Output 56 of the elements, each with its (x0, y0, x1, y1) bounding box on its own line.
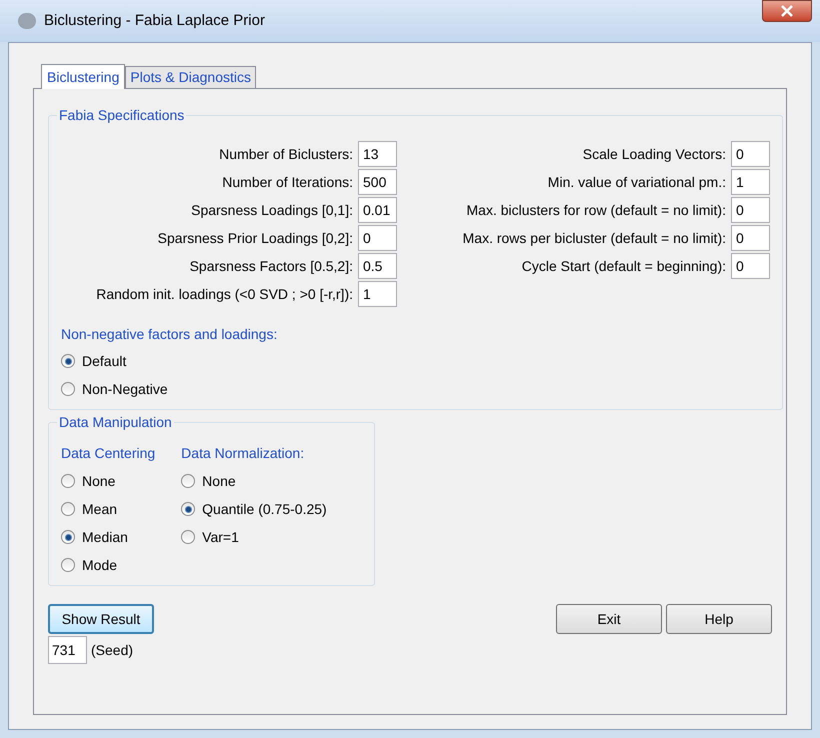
field-label: Min. value of variational pm.: (546, 172, 727, 192)
column-heading: Data Normalization: (181, 444, 306, 463)
column-heading: Data Centering (61, 444, 156, 463)
radio-button[interactable] (61, 502, 75, 516)
field-label: Max. rows per bicluster (default = no limit): (462, 228, 727, 248)
field-label: Random init. loadings (<0 SVD ; >0 [-r,r]): (95, 284, 354, 304)
field-label: Scale Loading Vectors: (582, 144, 727, 164)
input-field[interactable]: 0.5 (358, 253, 397, 279)
radio-label: Var=1 (202, 528, 239, 546)
seed-label: (Seed) (91, 640, 134, 660)
field-label: Sparsness Prior Loadings [0,2]: (156, 228, 354, 248)
input-field[interactable]: 13 (358, 141, 397, 167)
input-field[interactable]: 0.01 (358, 197, 397, 223)
radio-button[interactable] (61, 558, 75, 572)
radio-label: None (202, 472, 236, 490)
radio-button[interactable] (61, 474, 75, 488)
window-title: Biclustering - Fabia Laplace Prior (44, 10, 265, 31)
app-icon (18, 13, 36, 29)
input-field[interactable]: 500 (358, 169, 397, 195)
input-field[interactable]: 0 (358, 225, 397, 251)
radio-label: None (82, 472, 116, 490)
radio-label: Mean (82, 500, 118, 518)
radio-button[interactable] (181, 474, 196, 488)
input-field[interactable]: 0 (731, 141, 770, 167)
radio-button[interactable] (181, 530, 196, 544)
radio-label: Default (82, 352, 126, 370)
show-result-button[interactable]: Show Result (48, 604, 154, 634)
dialog-button[interactable]: Exit (556, 604, 662, 634)
radio-label: Mode (82, 556, 118, 574)
field-label: Number of Biclusters: (218, 144, 354, 164)
radio-button[interactable] (61, 354, 75, 368)
close-icon (781, 5, 793, 17)
radio-label: Median (82, 528, 128, 546)
field-label: Max. biclusters for row (default = no limit): (466, 200, 727, 220)
input-field[interactable]: 0 (731, 225, 770, 251)
radio-button[interactable] (61, 530, 75, 544)
field-label: Number of Iterations: (221, 172, 354, 192)
radio-label: Quantile (0.75-0.25) (202, 500, 327, 519)
radio-label: Non-Negative (82, 380, 168, 399)
group-title: Data Manipulation (58, 413, 173, 432)
input-field[interactable]: 0 (731, 197, 770, 223)
tab[interactable]: Biclustering (41, 64, 126, 89)
field-label: Cycle Start (default = beginning): (520, 256, 727, 276)
field-label: Sparsness Loadings [0,1]: (190, 200, 354, 220)
field-label: Sparsness Factors [0.5,2]: (188, 256, 354, 276)
close-button[interactable] (762, 0, 812, 22)
section-heading: Non-negative factors and loadings: (61, 325, 278, 344)
seed-field[interactable]: 731 (48, 636, 87, 664)
radio-button[interactable] (181, 502, 196, 516)
radio-button[interactable] (61, 382, 75, 396)
tab[interactable]: Plots & Diagnostics (125, 66, 256, 88)
dialog-button[interactable]: Help (666, 604, 772, 634)
group-title: Fabia Specifications (58, 106, 186, 125)
input-field[interactable]: 1 (358, 281, 397, 307)
input-field[interactable]: 1 (731, 169, 770, 195)
input-field[interactable]: 0 (731, 253, 770, 279)
